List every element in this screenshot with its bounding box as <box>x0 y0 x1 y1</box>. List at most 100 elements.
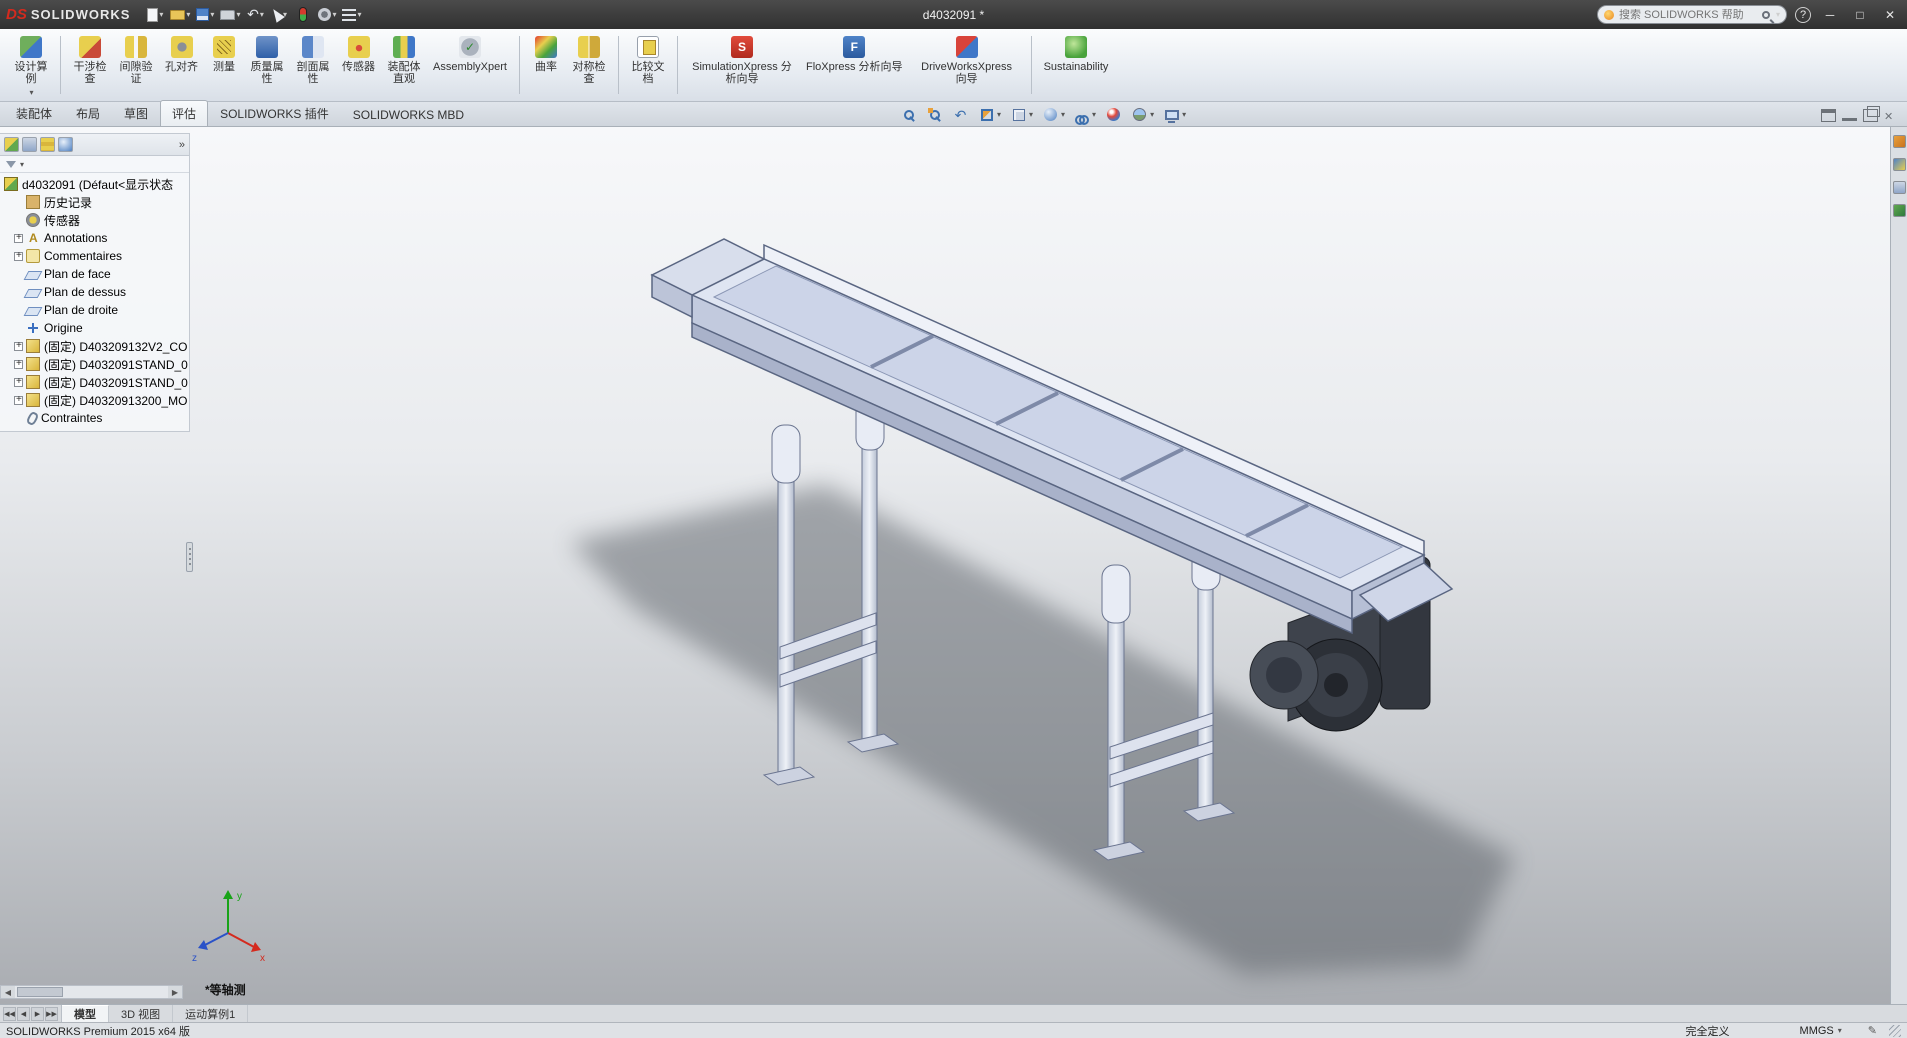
display-settings-button[interactable]: ▾ <box>340 4 363 26</box>
ribbon-button-hole-alignment[interactable]: 孔对齐 <box>160 33 203 76</box>
new-document-button[interactable]: ▾ <box>144 4 166 26</box>
tree-item-component-3[interactable]: (固定) D4032091STAND_0 <box>0 373 189 391</box>
tab-sketch[interactable]: 草图 <box>112 100 160 126</box>
expand-toggle[interactable] <box>14 396 23 405</box>
ribbon-button-simulationxpress-wizard[interactable]: S SimulationXpress 分析向导 <box>685 33 799 88</box>
ribbon-button-assembly-visualization[interactable]: 装配体直观 <box>382 33 426 88</box>
ribbon-button-mass-properties[interactable]: 质量属性 <box>245 33 289 88</box>
scroll-right-arrow[interactable]: ▶ <box>168 986 182 998</box>
ribbon-button-compare-documents[interactable]: 比较文档 <box>626 33 670 88</box>
hide-show-items-button[interactable]: ▾ <box>1071 104 1099 125</box>
ribbon-button-sensors[interactable]: 传感器 <box>337 33 380 76</box>
ribbon-button-curvature[interactable]: 曲率 <box>527 33 565 76</box>
tree-item-sensors[interactable]: 传感器 <box>0 211 189 229</box>
scroll-next-tab-button[interactable]: ▶ <box>31 1007 44 1021</box>
ribbon-button-design-study[interactable]: 设计算例 ▾ <box>9 33 53 100</box>
search-box[interactable]: ▾ <box>1597 5 1787 24</box>
tab-solidworks-mbd[interactable]: SOLIDWORKS MBD <box>341 103 476 126</box>
restore-document-button[interactable] <box>1863 109 1878 122</box>
tree-item-history[interactable]: 历史记录 <box>0 193 189 211</box>
tab-motion-study-1[interactable]: 运动算例1 <box>173 1005 248 1022</box>
view-orientation-button[interactable]: ▾ <box>1007 104 1036 125</box>
undo-button[interactable]: ▾ <box>244 4 266 26</box>
rebuild-button[interactable] <box>292 4 314 26</box>
maximize-button[interactable]: □ <box>1849 5 1871 25</box>
search-icon[interactable] <box>1762 11 1770 19</box>
tree-root-item[interactable]: d4032091 (Défaut<显示状态 <box>0 175 189 193</box>
display-style-button[interactable]: ▾ <box>1039 104 1068 125</box>
expand-toggle[interactable] <box>14 234 23 243</box>
minimize-document-button[interactable] <box>1842 111 1857 121</box>
panel-splitter-handle[interactable] <box>186 542 193 572</box>
tree-item-top-plane[interactable]: Plan de dessus <box>0 283 189 301</box>
tree-item-comments[interactable]: Commentaires <box>0 247 189 265</box>
zoom-to-area-button[interactable] <box>923 104 946 125</box>
close-button[interactable]: ✕ <box>1879 5 1901 25</box>
ribbon-button-section-properties[interactable]: 剖面属性 <box>291 33 335 88</box>
options-button[interactable]: ▾ <box>316 4 338 26</box>
tree-item-component-1[interactable]: (固定) D403209132V2_CO <box>0 337 189 355</box>
resources-home-icon[interactable] <box>1893 135 1906 148</box>
configurationmanager-tab-icon[interactable] <box>40 137 55 152</box>
expand-toggle[interactable] <box>14 378 23 387</box>
tab-solidworks-addins[interactable]: SOLIDWORKS 插件 <box>208 100 341 126</box>
minimize-button[interactable]: ─ <box>1819 5 1841 25</box>
zoom-to-fit-button[interactable] <box>897 104 920 125</box>
ribbon-button-floxpress-wizard[interactable]: F FloXpress 分析向导 <box>801 33 908 76</box>
tree-item-component-4[interactable]: (固定) D40320913200_MO <box>0 391 189 409</box>
units-selector[interactable]: MMGS ▾ <box>1800 1025 1842 1037</box>
close-document-button[interactable] <box>1884 109 1899 122</box>
ribbon-button-sustainability[interactable]: Sustainability <box>1039 33 1114 76</box>
save-document-button[interactable]: ▾ <box>194 4 216 26</box>
panel-expand-chevron[interactable]: » <box>179 139 185 151</box>
ribbon-button-assemblyxpert[interactable]: ✓ AssemblyXpert <box>428 33 512 76</box>
apply-scene-button[interactable]: ▾ <box>1128 104 1157 125</box>
open-document-button[interactable]: ▾ <box>168 4 192 26</box>
tab-3d-views[interactable]: 3D 视图 <box>109 1005 173 1022</box>
tile-windows-button[interactable] <box>1821 109 1836 122</box>
section-view-button[interactable]: ▾ <box>975 104 1004 125</box>
tree-item-right-plane[interactable]: Plan de droite <box>0 301 189 319</box>
propertymanager-tab-icon[interactable] <box>22 137 37 152</box>
conveyor-3d-model[interactable]: y x z <box>0 127 1890 1004</box>
expand-toggle[interactable] <box>14 252 23 261</box>
displaymanager-tab-icon[interactable] <box>58 137 73 152</box>
print-button[interactable]: ▾ <box>218 4 242 26</box>
ribbon-button-interference-check[interactable]: 干涉检查 <box>68 33 112 88</box>
featuremanager-tab-icon[interactable] <box>4 137 19 152</box>
expand-toggle[interactable] <box>14 342 23 351</box>
ribbon-button-driveworksxpress-wizard[interactable]: DriveWorksXpress 向导 <box>910 33 1024 88</box>
toolbox-icon[interactable] <box>1893 158 1906 171</box>
graphics-viewport[interactable]: y x z » ▾ d4032091 (Défaut<显示状态 <box>0 127 1890 1004</box>
tree-item-annotations[interactable]: Annotations <box>0 229 189 247</box>
scroll-last-tab-button[interactable]: ▶▶ <box>45 1007 58 1021</box>
edit-appearance-button[interactable] <box>1102 104 1125 125</box>
ribbon-button-clearance-verify[interactable]: 间隙验证 <box>114 33 158 88</box>
tree-item-origin[interactable]: Origine <box>0 319 189 337</box>
previous-view-button[interactable] <box>949 104 972 125</box>
chevron-down-icon[interactable]: ▾ <box>20 160 24 169</box>
view-settings-button[interactable]: ▾ <box>1160 104 1189 125</box>
scrollbar-thumb[interactable] <box>17 987 63 997</box>
chevron-down-icon[interactable]: ▾ <box>1776 10 1780 19</box>
design-library-icon[interactable] <box>1893 181 1906 194</box>
tree-horizontal-scrollbar[interactable]: ◀ ▶ <box>0 985 183 999</box>
scroll-prev-tab-button[interactable]: ◀ <box>17 1007 30 1021</box>
edit-icon[interactable] <box>1868 1024 1877 1037</box>
help-button[interactable]: ? <box>1795 7 1811 23</box>
select-button[interactable]: ▾ <box>268 4 290 26</box>
ribbon-button-symmetry-check[interactable]: 对称检查 <box>567 33 611 88</box>
scroll-left-arrow[interactable]: ◀ <box>1 986 15 998</box>
expand-toggle[interactable] <box>14 360 23 369</box>
tree-item-mates[interactable]: Contraintes <box>0 409 189 427</box>
tree-item-front-plane[interactable]: Plan de face <box>0 265 189 283</box>
tree-item-component-2[interactable]: (固定) D4032091STAND_0 <box>0 355 189 373</box>
search-input[interactable] <box>1619 9 1757 21</box>
ribbon-button-measure[interactable]: 测量 <box>205 33 243 76</box>
tab-layout[interactable]: 布局 <box>64 100 112 126</box>
tab-model[interactable]: 模型 <box>62 1005 109 1022</box>
scroll-first-tab-button[interactable]: ◀◀ <box>3 1007 16 1021</box>
resize-grip[interactable] <box>1889 1025 1901 1037</box>
tab-assembly[interactable]: 装配体 <box>4 100 64 126</box>
tab-evaluate[interactable]: 评估 <box>160 100 208 126</box>
